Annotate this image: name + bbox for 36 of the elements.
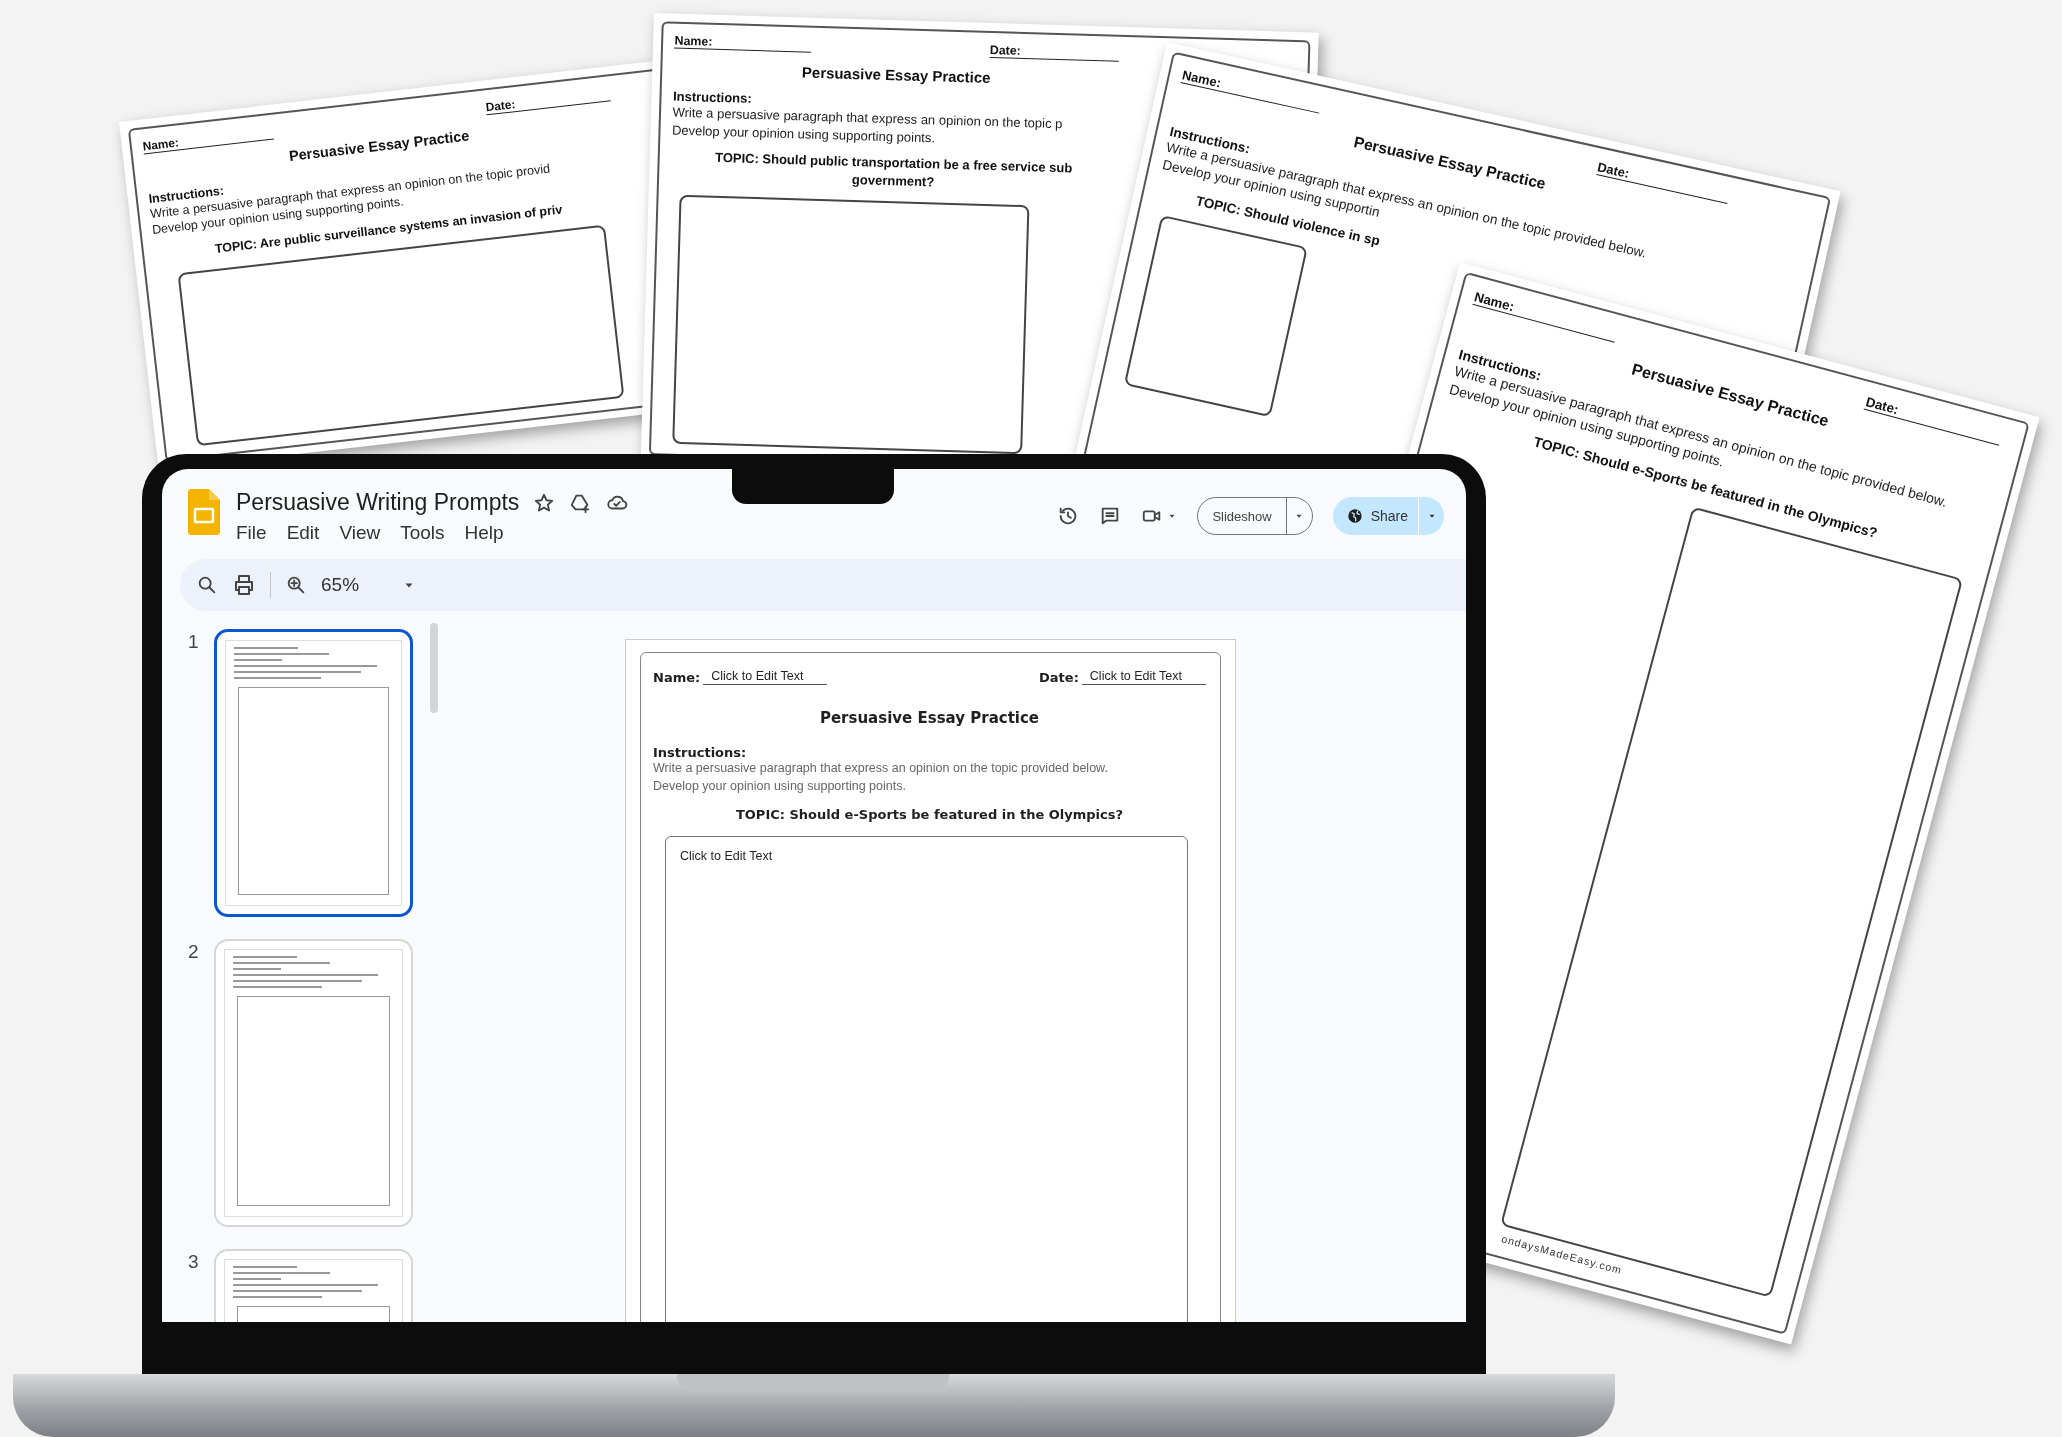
date-label: Date:	[484, 85, 611, 115]
instructions-text: Write a persuasive paragraph that express an opinion on the topic provided below.	[653, 760, 1109, 777]
print-icon[interactable]	[232, 573, 256, 597]
date-label: Date:	[1596, 159, 1731, 205]
star-icon[interactable]	[533, 491, 556, 514]
worksheet-title: Persuasive Essay Practice	[801, 63, 991, 87]
search-icon[interactable]	[196, 574, 218, 596]
name-label: Name:	[653, 670, 701, 685]
document-title[interactable]: Persuasive Writing Prompts	[236, 489, 520, 516]
slide-number: 2	[188, 941, 200, 963]
slide-thumbnail[interactable]	[214, 629, 413, 917]
date-field[interactable]: Click to Edit Text	[1081, 669, 1206, 685]
date-label: Date:	[1039, 670, 1079, 685]
slide-number: 3	[188, 1251, 200, 1273]
answer-field[interactable]: Click to Edit Text	[665, 836, 1188, 1322]
worksheet-title: Persuasive Essay Practice	[818, 709, 1041, 727]
instructions-label: Instructions:	[653, 745, 748, 760]
instructions-text: Develop your opinion using supporting points.	[653, 777, 907, 795]
name-label: Name:	[141, 124, 274, 154]
date-label: Date:	[1864, 393, 2004, 446]
name-field[interactable]: Click to Edit Text	[703, 669, 828, 685]
slide-number: 1	[188, 631, 200, 653]
name-label: Name:	[674, 33, 812, 53]
zoom-level[interactable]: 65%	[321, 574, 360, 596]
date-label: Date:	[989, 43, 1120, 62]
menu-item[interactable]: Edit	[286, 522, 320, 544]
menu-item[interactable]: File	[236, 522, 267, 544]
scrollbar[interactable]	[430, 623, 438, 713]
instructions-label: Instructions:	[672, 88, 752, 107]
globe-icon	[1346, 508, 1363, 524]
menu-item[interactable]: Tools	[400, 522, 445, 544]
zoom-in-icon[interactable]	[285, 574, 307, 596]
topic-text: TOPIC: Should e-Sports be featured in the Olympics?	[734, 807, 1125, 822]
menu-item[interactable]: View	[339, 522, 381, 544]
menu-item[interactable]: Help	[464, 522, 504, 544]
worksheet-title: Persuasive Essay Practice	[288, 127, 471, 164]
